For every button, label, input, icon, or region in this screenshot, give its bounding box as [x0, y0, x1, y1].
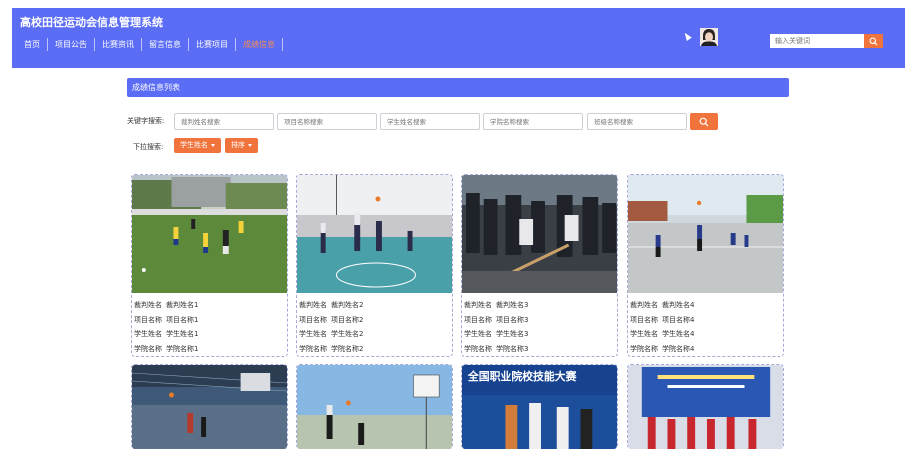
nav-item-home[interactable]: 首页	[20, 38, 48, 51]
project-label: 项目名称	[464, 315, 492, 324]
keyword-search-label: 关键字搜索:	[127, 117, 165, 125]
college-label: 学院名称	[630, 344, 658, 353]
mouse-cursor-icon	[682, 31, 692, 41]
student-label: 学生姓名	[630, 330, 658, 338]
filter-search-button[interactable]	[690, 113, 718, 130]
skills-competition-photo: 全国职业院校技能大赛	[462, 365, 617, 449]
avatar[interactable]	[700, 28, 718, 46]
student-label: 学生姓名	[464, 330, 492, 338]
result-card[interactable]: 裁判姓名 裁判姓名2 项目名称 项目名称2 学生姓名 学生姓名2 学院名称 学院名称2	[296, 174, 453, 357]
referee-value: 裁判姓名1	[166, 301, 199, 309]
referee-label: 裁判姓名	[134, 301, 162, 309]
result-card[interactable]: 裁判姓名 裁判姓名3 项目名称 项目名称3 学生姓名 学生姓名3 学院名称 学院名称3	[461, 174, 618, 357]
college-value: 学院名称4	[662, 344, 695, 353]
project-name-search-input[interactable]	[277, 113, 377, 130]
project-label: 项目名称	[134, 315, 162, 324]
dropdown-label: 排序	[231, 141, 245, 149]
project-label: 项目名称	[299, 315, 327, 324]
nav-item-results[interactable]: 成绩信息	[236, 38, 283, 51]
outdoor-basketball-photo	[628, 175, 783, 293]
student-label: 学生姓名	[299, 330, 327, 338]
nav-item-messages[interactable]: 留言信息	[142, 38, 189, 51]
result-card[interactable]: 裁判姓名 裁判姓名4 项目名称 项目名称4 学生姓名 学生姓名4 学院名称 学院名称4	[627, 174, 784, 357]
nav-item-events[interactable]: 比赛项目	[189, 38, 236, 51]
result-card[interactable]: 全国职业院校技能大赛	[461, 364, 618, 449]
referee-name-search-input[interactable]	[174, 113, 274, 130]
dropdown-search-label: 下拉搜索:	[133, 143, 164, 151]
award-ceremony-photo	[628, 365, 783, 449]
main-nav: 首页 项目公告 比赛资讯 留言信息 比赛项目 成绩信息	[20, 38, 283, 51]
tug-of-war-photo	[462, 175, 617, 293]
student-name-dropdown[interactable]: 学生姓名	[174, 138, 221, 153]
student-name-search-input[interactable]	[380, 113, 480, 130]
student-value: 学生姓名1	[166, 330, 199, 338]
class-name-search-input[interactable]	[587, 113, 687, 130]
student-label: 学生姓名	[134, 330, 162, 338]
referee-label: 裁判姓名	[630, 301, 658, 309]
caret-down-icon	[211, 143, 215, 147]
result-card[interactable]: 裁判姓名 裁判姓名1 项目名称 项目名称1 学生姓名 学生姓名1 学院名称 学院名称1	[131, 174, 288, 357]
referee-value: 裁判姓名2	[331, 301, 364, 309]
sort-dropdown[interactable]: 排序	[225, 138, 258, 153]
college-value: 学院名称3	[496, 344, 529, 353]
college-label: 学院名称	[299, 344, 327, 353]
indoor-court-photo	[132, 365, 287, 449]
referee-label: 裁判姓名	[464, 301, 492, 309]
project-value: 项目名称4	[662, 315, 695, 324]
referee-label: 裁判姓名	[299, 301, 327, 309]
top-navbar: 高校田径运动会信息管理系统 首页 项目公告 比赛资讯 留言信息 比赛项目 成绩信…	[12, 8, 905, 68]
college-label: 学院名称	[134, 344, 162, 353]
nav-item-announcements[interactable]: 项目公告	[48, 38, 95, 51]
college-label: 学院名称	[464, 344, 492, 353]
basketball-game-photo	[297, 175, 452, 293]
project-label: 项目名称	[630, 315, 658, 324]
result-card[interactable]	[296, 364, 453, 449]
student-value: 学生姓名4	[662, 330, 695, 338]
header-search-input[interactable]	[770, 34, 864, 48]
project-value: 项目名称3	[496, 315, 529, 324]
basketball-dunk-photo	[297, 365, 452, 449]
panel-title: 成绩信息列表	[127, 78, 789, 97]
header-search-button[interactable]	[864, 34, 883, 48]
college-value: 学院名称2	[331, 344, 364, 353]
college-name-search-input[interactable]	[483, 113, 583, 130]
student-value: 学生姓名2	[331, 330, 364, 338]
project-value: 项目名称1	[166, 315, 199, 324]
caret-down-icon	[248, 143, 252, 147]
soccer-match-photo	[132, 175, 287, 293]
result-card[interactable]	[131, 364, 288, 449]
referee-value: 裁判姓名3	[496, 301, 529, 309]
project-value: 项目名称2	[331, 315, 364, 324]
student-value: 学生姓名3	[496, 330, 529, 338]
college-value: 学院名称1	[166, 344, 199, 353]
nav-item-news[interactable]: 比赛资讯	[95, 38, 142, 51]
search-icon	[699, 117, 709, 126]
referee-value: 裁判姓名4	[662, 301, 695, 309]
site-title: 高校田径运动会信息管理系统	[20, 16, 163, 29]
dropdown-label: 学生姓名	[180, 141, 208, 149]
result-card[interactable]	[627, 364, 784, 449]
search-icon	[869, 36, 878, 46]
competition-banner-text: 全国职业院校技能大赛	[467, 369, 578, 383]
